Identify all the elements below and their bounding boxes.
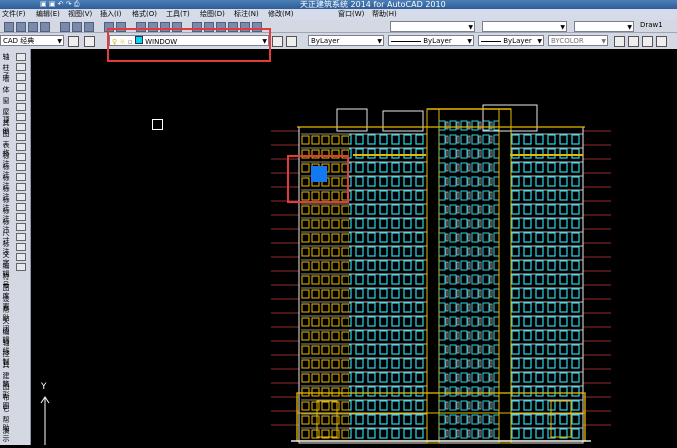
- menu-edit[interactable]: 编辑(E): [36, 9, 60, 20]
- side-menu-item[interactable]: 墙: [0, 75, 12, 83]
- menu-tools[interactable]: 工具(T): [166, 9, 190, 20]
- menu-file[interactable]: 文件(F): [2, 9, 26, 20]
- linetype-value: ByLayer: [423, 37, 452, 45]
- menu-format[interactable]: 格式(O): [132, 9, 157, 20]
- quick-access-toolbar[interactable]: ▣ ▣ ↶ ↷ ⎙: [40, 0, 79, 9]
- menu-window[interactable]: 窗口(W): [338, 9, 364, 20]
- menu-help[interactable]: 帮助(H): [372, 9, 397, 20]
- ucs-icon: [40, 396, 50, 445]
- draw-tool-icon[interactable]: [16, 213, 26, 221]
- block-icon[interactable]: [614, 36, 625, 47]
- drawing-canvas[interactable]: Y: [31, 49, 677, 445]
- draw-tool-icon[interactable]: [16, 113, 26, 121]
- plotstyle-select[interactable]: BYCOLOR ▼: [548, 35, 608, 46]
- print-icon[interactable]: [40, 22, 50, 32]
- draw-tool-icon[interactable]: [16, 173, 26, 181]
- draw-tool-icon[interactable]: [16, 183, 26, 191]
- draw-tool-icon[interactable]: [16, 253, 26, 261]
- draw-tool-icon[interactable]: [16, 163, 26, 171]
- copy-icon[interactable]: [72, 22, 82, 32]
- draw-tool-icon[interactable]: [16, 193, 26, 201]
- menu-dimension[interactable]: 标注(N): [234, 9, 259, 20]
- new-icon[interactable]: [4, 22, 14, 32]
- side-menu-item[interactable]: 演示: [0, 427, 12, 443]
- side-menu-item[interactable]: 具: [0, 361, 12, 369]
- draw-tool-icon[interactable]: [16, 223, 26, 231]
- draw-tool-icon[interactable]: [16, 233, 26, 241]
- draw-tool-icon[interactable]: [16, 263, 26, 271]
- tangent-side-menu: 轴柱子墙体窗屋顶 其他图表格 标注 标注 标注 标注 标注 标注 标注 尺寸 标注 文字 编辑 符号 图库设…: [0, 49, 31, 445]
- text-style-select[interactable]: ▼: [390, 21, 475, 32]
- standard-toolbar: ▼ ▼ ▼ Draw1: [0, 20, 677, 33]
- building-elevation: [271, 104, 611, 444]
- menu-view[interactable]: 视图(V): [68, 9, 92, 20]
- side-menu-item[interactable]: 体: [0, 86, 12, 94]
- draw-tool-icon[interactable]: [16, 73, 26, 81]
- open-icon[interactable]: [16, 22, 26, 32]
- draw-tool-icon[interactable]: [16, 63, 26, 71]
- draw-tool-icon[interactable]: [16, 133, 26, 141]
- layers-toolbar: CAD 经典 ▼ ♀ ☼ ▫ WINDOW ▼ ByLayer ▼ ByLayer ▼…: [0, 33, 677, 50]
- draw-tool-icon[interactable]: [16, 93, 26, 101]
- linetype-select[interactable]: ByLayer ▼: [388, 35, 474, 46]
- draw-tool-icon[interactable]: [16, 103, 26, 111]
- draw-tool-icon[interactable]: [16, 203, 26, 211]
- linetype-sample: [391, 40, 421, 42]
- draw-tool-icon[interactable]: [16, 143, 26, 151]
- menu-draw[interactable]: 绘图(D): [200, 9, 225, 20]
- layer-manager-icon[interactable]: [84, 36, 95, 47]
- paste-icon[interactable]: [84, 22, 94, 32]
- side-menu-item[interactable]: 图: [0, 130, 12, 138]
- draw-tool-icon[interactable]: [16, 53, 26, 61]
- cut-icon[interactable]: [60, 22, 70, 32]
- light-icon[interactable]: [642, 36, 653, 47]
- drawing-tab[interactable]: Draw1: [640, 21, 663, 29]
- ucs-y-label: Y: [41, 382, 47, 392]
- draw-tool-icon[interactable]: [16, 83, 26, 91]
- draw-tool-icon[interactable]: [16, 153, 26, 161]
- table-style-select[interactable]: ▼: [574, 21, 634, 32]
- lineweight-select[interactable]: ByLayer ▼: [478, 35, 544, 46]
- layer-previous-icon[interactable]: [286, 36, 297, 47]
- color-select[interactable]: ByLayer ▼: [308, 35, 384, 46]
- side-menu-item[interactable]: 它: [0, 405, 12, 413]
- lineweight-value: ByLayer: [503, 37, 532, 45]
- title-bar: ▣ ▣ ↶ ↷ ⎙ 天正建筑系统 2014 for AutoCAD 2010: [0, 0, 677, 9]
- side-menu-item[interactable]: 轴: [0, 53, 12, 61]
- pickbox-marker: [152, 119, 163, 130]
- make-object-layer-current-icon[interactable]: [272, 36, 283, 47]
- highlight-window-box: [287, 155, 349, 203]
- draw-tool-icon[interactable]: [16, 123, 26, 131]
- menu-modify[interactable]: 修改(M): [268, 9, 294, 20]
- color-value: ByLayer: [311, 37, 340, 45]
- insert-icon[interactable]: [628, 36, 639, 47]
- side-menu-item[interactable]: 窗: [0, 97, 12, 105]
- workspace-value: CAD 经典: [3, 37, 35, 45]
- save-icon[interactable]: [28, 22, 38, 32]
- lineweight-sample: [481, 40, 501, 42]
- draw-tool-icon[interactable]: [16, 243, 26, 251]
- plotstyle-value: BYCOLOR: [551, 37, 584, 45]
- workspace-settings-icon[interactable]: [68, 36, 79, 47]
- highlight-layer-box: [107, 28, 271, 62]
- workspace-select[interactable]: CAD 经典 ▼: [0, 35, 64, 46]
- dim-style-select[interactable]: ▼: [482, 21, 567, 32]
- hide-icon[interactable]: [656, 36, 667, 47]
- menu-insert[interactable]: 插入(I): [100, 9, 122, 20]
